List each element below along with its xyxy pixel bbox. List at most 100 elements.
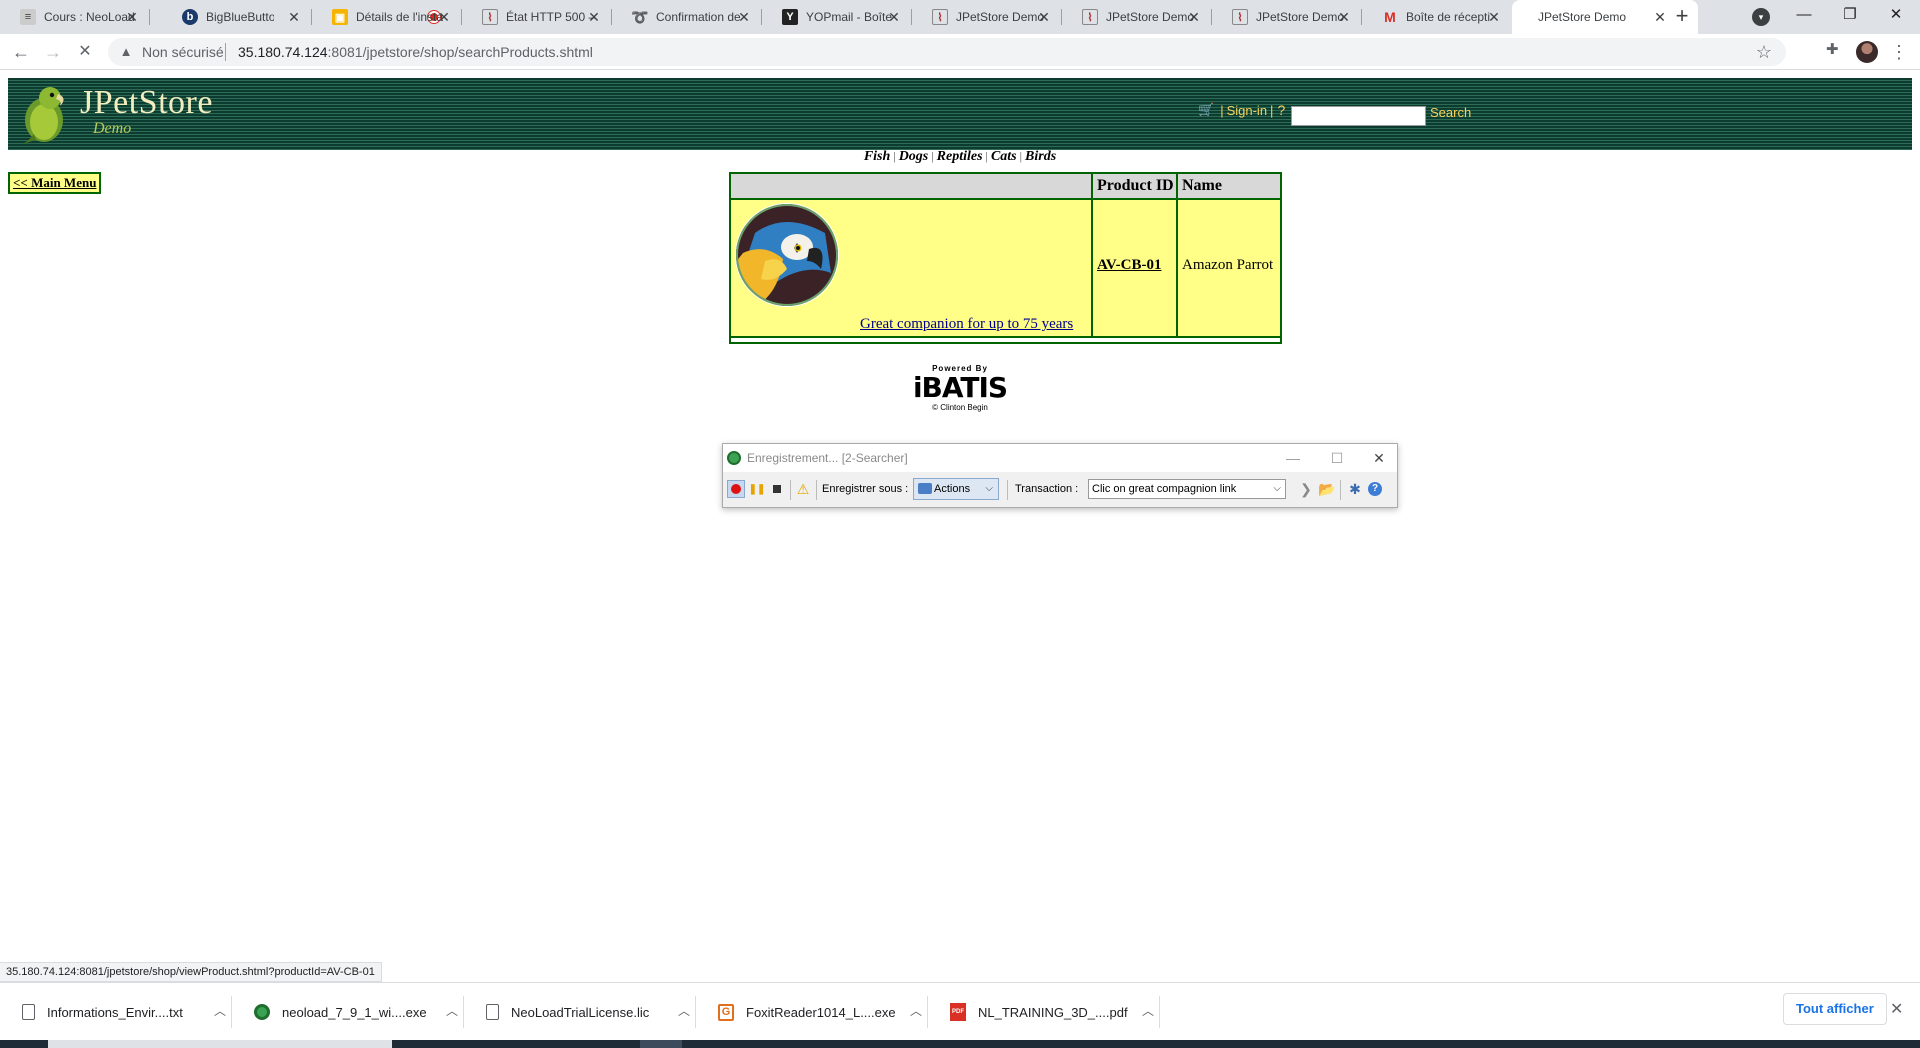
table-cell-product-id: AV-CB-01 <box>1093 200 1178 336</box>
save-as-dropdown[interactable]: Actions ⌵ <box>913 478 999 500</box>
cart-icon[interactable]: 🛒 <box>1198 102 1214 118</box>
recorder-close-button[interactable]: ✕ <box>1369 448 1389 468</box>
restore-window-button[interactable]: ❐ <box>1827 0 1873 30</box>
download-filename: FoxitReader1014_L....exe <box>746 1004 896 1020</box>
help-icon[interactable]: ? <box>1277 102 1285 118</box>
extensions-puzzle-icon[interactable]: ✚ <box>1826 42 1842 58</box>
address-bar[interactable]: ▲ Non sécurisé 35.180.74.124:8081/jpetst… <box>108 38 1786 66</box>
column-header-product-id: Product ID <box>1093 174 1178 200</box>
close-icon[interactable]: ✕ <box>1036 9 1052 25</box>
toolbar-separator <box>1340 480 1341 500</box>
tab-yopmail[interactable]: Y YOPmail - Boîte ✕ <box>762 0 912 34</box>
chevron-down-icon: ⌵ <box>1273 483 1281 494</box>
back-arrow-icon[interactable]: ← <box>9 40 33 64</box>
open-folder-icon[interactable]: 📂 <box>1318 480 1336 498</box>
download-item[interactable]: neoload_7_9_1_wi....exe ︿ <box>232 992 464 1032</box>
tab-http-500[interactable]: ⌇ État HTTP 500 – ✕ <box>462 0 612 34</box>
download-item[interactable]: PDF NL_TRAINING_3D_....pdf ︿ <box>928 992 1160 1032</box>
chevron-up-icon[interactable]: ︿ <box>1142 1002 1154 1019</box>
tab-bigbluebutton[interactable]: b BigBlueButton ✕ <box>162 0 440 34</box>
tab-search-icon[interactable]: ▾ <box>1752 8 1770 26</box>
taskbar-active-app[interactable] <box>640 1040 682 1048</box>
pause-button[interactable]: ❚❚ <box>748 480 766 498</box>
close-icon[interactable]: ✕ <box>1336 9 1352 25</box>
close-icon[interactable]: ✕ <box>124 9 140 25</box>
warning-icon[interactable]: ▲ <box>118 44 134 60</box>
main-menu-link[interactable]: << Main Menu <box>8 172 102 194</box>
recorder-titlebar[interactable]: Enregistrement... [2-Searcher] — ☐ ✕ <box>723 444 1397 472</box>
tab-confirmation[interactable]: ➰ Confirmation de ✕ <box>612 0 762 34</box>
sign-in-link[interactable]: Sign-in <box>1227 103 1267 118</box>
category-nav: Fish | Dogs | Reptiles | Cats | Birds <box>0 149 1920 165</box>
download-item[interactable]: G FoxitReader1014_L....exe ︿ <box>696 992 928 1032</box>
nav-separator: | <box>931 149 934 163</box>
jpetstore-icon: ⌇ <box>1082 9 1098 25</box>
recorder-maximize-button[interactable]: ☐ <box>1327 448 1347 468</box>
product-id-link[interactable]: AV-CB-01 <box>1097 257 1161 274</box>
download-divider <box>1159 996 1160 1028</box>
category-link-reptiles[interactable]: Reptiles <box>937 149 983 164</box>
stop-button[interactable] <box>768 480 786 498</box>
transaction-input[interactable]: Clic on great compagnion link ⌵ <box>1088 479 1286 499</box>
download-filename: Informations_Envir....txt <box>47 1004 183 1020</box>
close-icon[interactable]: ✕ <box>586 9 602 25</box>
parrot-logo-icon[interactable] <box>20 84 70 144</box>
minimize-window-button[interactable]: — <box>1781 0 1827 30</box>
close-icon[interactable]: ✕ <box>736 9 752 25</box>
download-filename: neoload_7_9_1_wi....exe <box>282 1004 427 1020</box>
close-icon[interactable]: ✕ <box>1486 9 1502 25</box>
kebab-menu-icon[interactable]: ⋮ <box>1890 40 1908 64</box>
download-item[interactable]: Informations_Envir....txt ︿ <box>0 992 232 1032</box>
search-input[interactable] <box>1291 106 1426 126</box>
chevron-up-icon[interactable]: ︿ <box>446 1002 458 1019</box>
recorder-minimize-button[interactable]: — <box>1283 448 1303 468</box>
tab-jpetstore-1[interactable]: ⌇ JPetStore Demo ✕ <box>912 0 1062 34</box>
record-button[interactable] <box>727 480 745 498</box>
tab-instance-details[interactable]: ▣ Détails de l'insta ✕ <box>312 0 462 34</box>
category-link-dogs[interactable]: Dogs <box>899 149 929 164</box>
show-all-downloads-button[interactable]: Tout afficher <box>1783 993 1887 1025</box>
bookmark-star-icon[interactable]: ☆ <box>1756 42 1772 63</box>
forward-arrow-icon[interactable]: → <box>41 40 65 64</box>
close-icon[interactable]: ✕ <box>286 9 302 25</box>
help-button[interactable]: ? <box>1366 480 1384 498</box>
close-icon[interactable]: ✕ <box>1186 9 1202 25</box>
taskbar-search-box[interactable] <box>48 1040 392 1048</box>
url-path: :8081/jpetstore/shop/searchProducts.shtm… <box>327 44 593 60</box>
category-link-cats[interactable]: Cats <box>991 149 1017 164</box>
chevron-up-icon[interactable]: ︿ <box>910 1002 922 1019</box>
bigbluebutton-icon: b <box>182 9 198 25</box>
close-window-button[interactable]: ✕ <box>1873 0 1919 30</box>
chevron-up-icon[interactable]: ︿ <box>678 1002 690 1019</box>
settings-tool-icon[interactable]: ✱ <box>1346 480 1364 498</box>
product-description-link[interactable]: Great companion for up to 75 years <box>860 316 1073 333</box>
help-icon: ? <box>1368 482 1382 496</box>
tab-title: YOPmail - Boîte <box>806 10 893 24</box>
tab-neoload-course[interactable]: ≡ Cours : NeoLoad ✕ <box>0 0 150 34</box>
category-link-fish[interactable]: Fish <box>864 149 890 164</box>
browser-toolbar: ← → ✕ ▲ Non sécurisé 35.180.74.124:8081/… <box>0 34 1920 70</box>
parrot-product-image[interactable] <box>735 203 839 307</box>
stop-loading-icon[interactable]: ✕ <box>73 40 97 64</box>
nav-separator: | <box>985 149 988 163</box>
warning-icon[interactable]: ⚠ <box>794 480 812 498</box>
next-transaction-icon[interactable]: ❯ <box>1297 480 1315 498</box>
close-icon[interactable]: ✕ <box>436 9 452 25</box>
chevron-up-icon[interactable]: ︿ <box>214 1002 226 1019</box>
chevron-down-icon: ⌵ <box>985 483 993 494</box>
search-button[interactable]: Search <box>1430 105 1471 120</box>
tab-gmail[interactable]: M Boîte de récepti ✕ <box>1362 0 1512 34</box>
tab-jpetstore-2[interactable]: ⌇ JPetStore Demo ✕ <box>1062 0 1212 34</box>
tab-jpetstore-3[interactable]: ⌇ JPetStore Demo ✕ <box>1212 0 1362 34</box>
security-label[interactable]: Non sécurisé <box>142 44 224 60</box>
profile-avatar[interactable] <box>1856 41 1878 63</box>
close-icon[interactable]: ✕ <box>1652 9 1668 25</box>
category-link-birds[interactable]: Birds <box>1025 149 1056 164</box>
close-icon[interactable]: ✕ <box>1890 999 1903 1019</box>
url-text[interactable]: 35.180.74.124:8081/jpetstore/shop/search… <box>238 44 593 60</box>
close-icon[interactable]: ✕ <box>886 9 902 25</box>
download-item[interactable]: NeoLoadTrialLicense.lic ︿ <box>464 992 696 1032</box>
new-tab-button[interactable]: + <box>1670 5 1694 29</box>
gmail-icon: M <box>1384 9 1396 25</box>
logo-subtitle: Demo <box>93 120 132 137</box>
